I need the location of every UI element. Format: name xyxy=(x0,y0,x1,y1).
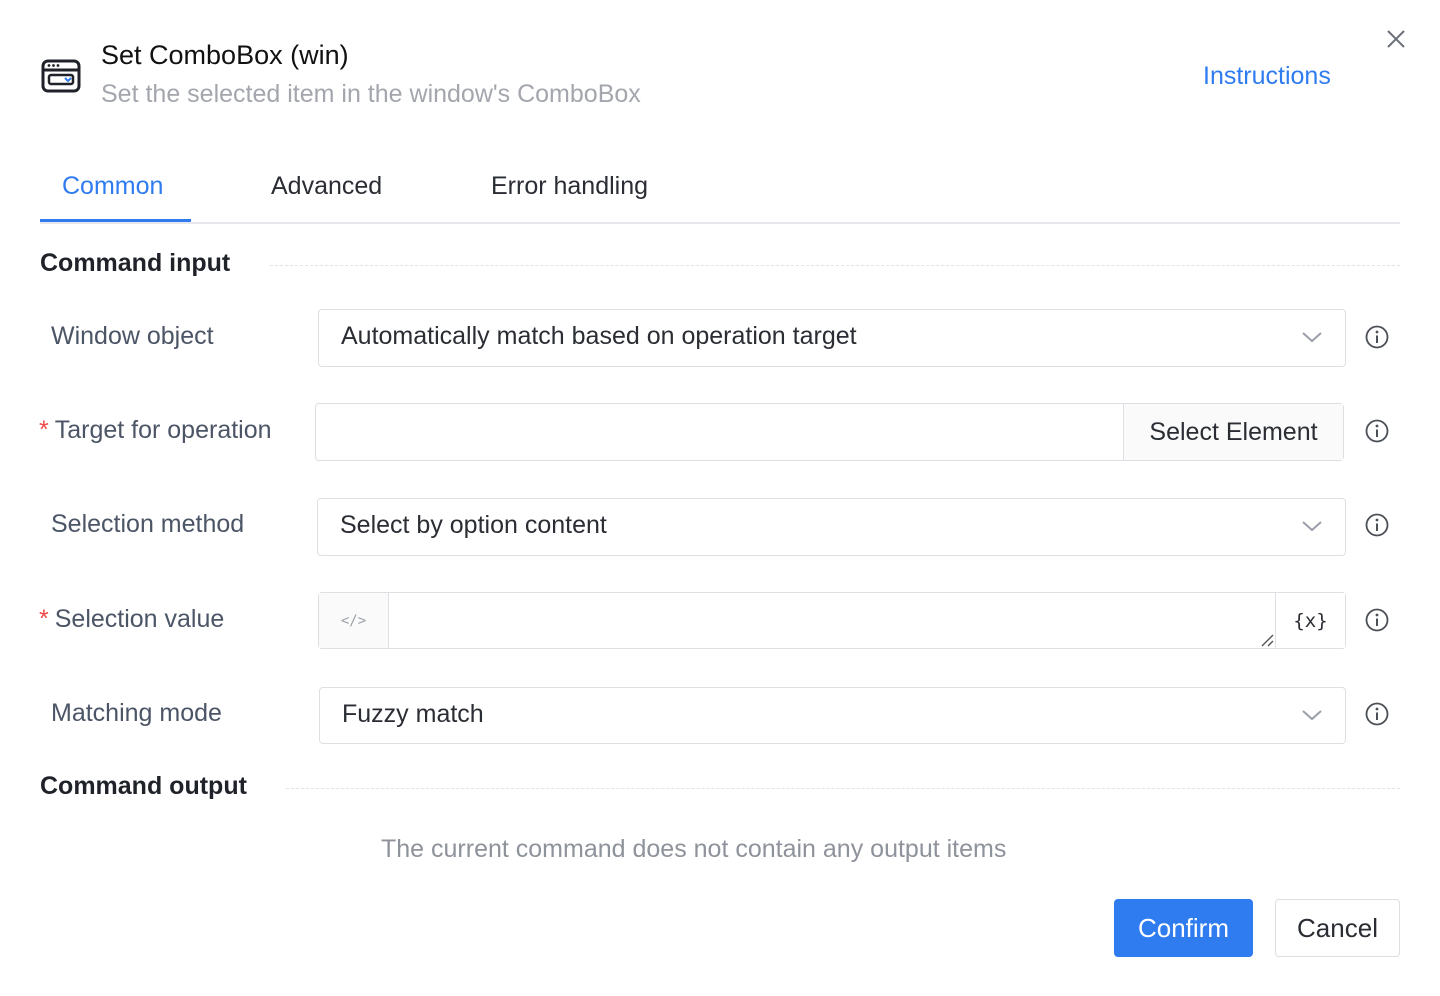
selection-method-select[interactable]: Select by option content xyxy=(317,498,1346,556)
resize-handle-icon[interactable] xyxy=(1260,633,1274,647)
window-object-select[interactable]: Automatically match based on operation t… xyxy=(318,309,1346,367)
section-divider xyxy=(270,265,1400,266)
tab-bar: Common Advanced Error handling xyxy=(40,165,1400,224)
variable-icon[interactable]: {x} xyxy=(1275,593,1345,648)
matching-mode-select[interactable]: Fuzzy match xyxy=(319,687,1346,744)
close-icon[interactable] xyxy=(1381,24,1411,54)
cancel-button[interactable]: Cancel xyxy=(1275,899,1400,957)
section-title-output: Command output xyxy=(40,772,247,800)
chevron-down-icon xyxy=(1302,710,1322,721)
select-element-button[interactable]: Select Element xyxy=(1123,404,1343,460)
selection-value-label: * Selection value xyxy=(39,605,224,634)
window-object-value: Automatically match based on operation t… xyxy=(341,322,857,350)
confirm-button[interactable]: Confirm xyxy=(1114,899,1253,957)
chevron-down-icon xyxy=(1302,521,1322,532)
tab-error-handling[interactable]: Error handling xyxy=(491,172,648,201)
info-icon[interactable] xyxy=(1364,512,1390,538)
info-icon[interactable] xyxy=(1364,607,1390,633)
selection-method-value: Select by option content xyxy=(340,511,607,539)
chevron-down-icon xyxy=(1302,332,1322,343)
dialog-subtitle: Set the selected item in the window's Co… xyxy=(101,80,641,108)
window-object-label: Window object xyxy=(51,322,214,350)
section-title-input: Command input xyxy=(40,249,231,277)
matching-mode-value: Fuzzy match xyxy=(342,700,484,728)
tab-advanced[interactable]: Advanced xyxy=(271,172,382,201)
target-label: * Target for operation xyxy=(39,416,272,445)
matching-mode-label: Matching mode xyxy=(51,699,222,727)
code-mode-icon[interactable]: </> xyxy=(319,593,389,648)
target-label-text: Target for operation xyxy=(54,416,272,444)
required-mark: * xyxy=(39,605,49,633)
output-empty-message: The current command does not contain any… xyxy=(381,835,1007,863)
required-mark: * xyxy=(39,416,49,444)
info-icon[interactable] xyxy=(1364,324,1390,350)
section-divider xyxy=(286,788,1400,789)
instructions-link[interactable]: Instructions xyxy=(1203,62,1331,91)
tab-common[interactable]: Common xyxy=(62,172,163,201)
info-icon[interactable] xyxy=(1364,418,1390,444)
target-field[interactable]: Select Element xyxy=(315,403,1344,461)
active-tab-indicator xyxy=(40,219,191,222)
info-icon[interactable] xyxy=(1364,701,1390,727)
selection-value-label-text: Selection value xyxy=(54,605,225,633)
window-combobox-icon xyxy=(40,58,82,96)
dialog-title: Set ComboBox (win) xyxy=(101,40,349,70)
selection-value-field[interactable]: </> {x} xyxy=(318,592,1346,649)
selection-method-label: Selection method xyxy=(51,510,245,538)
